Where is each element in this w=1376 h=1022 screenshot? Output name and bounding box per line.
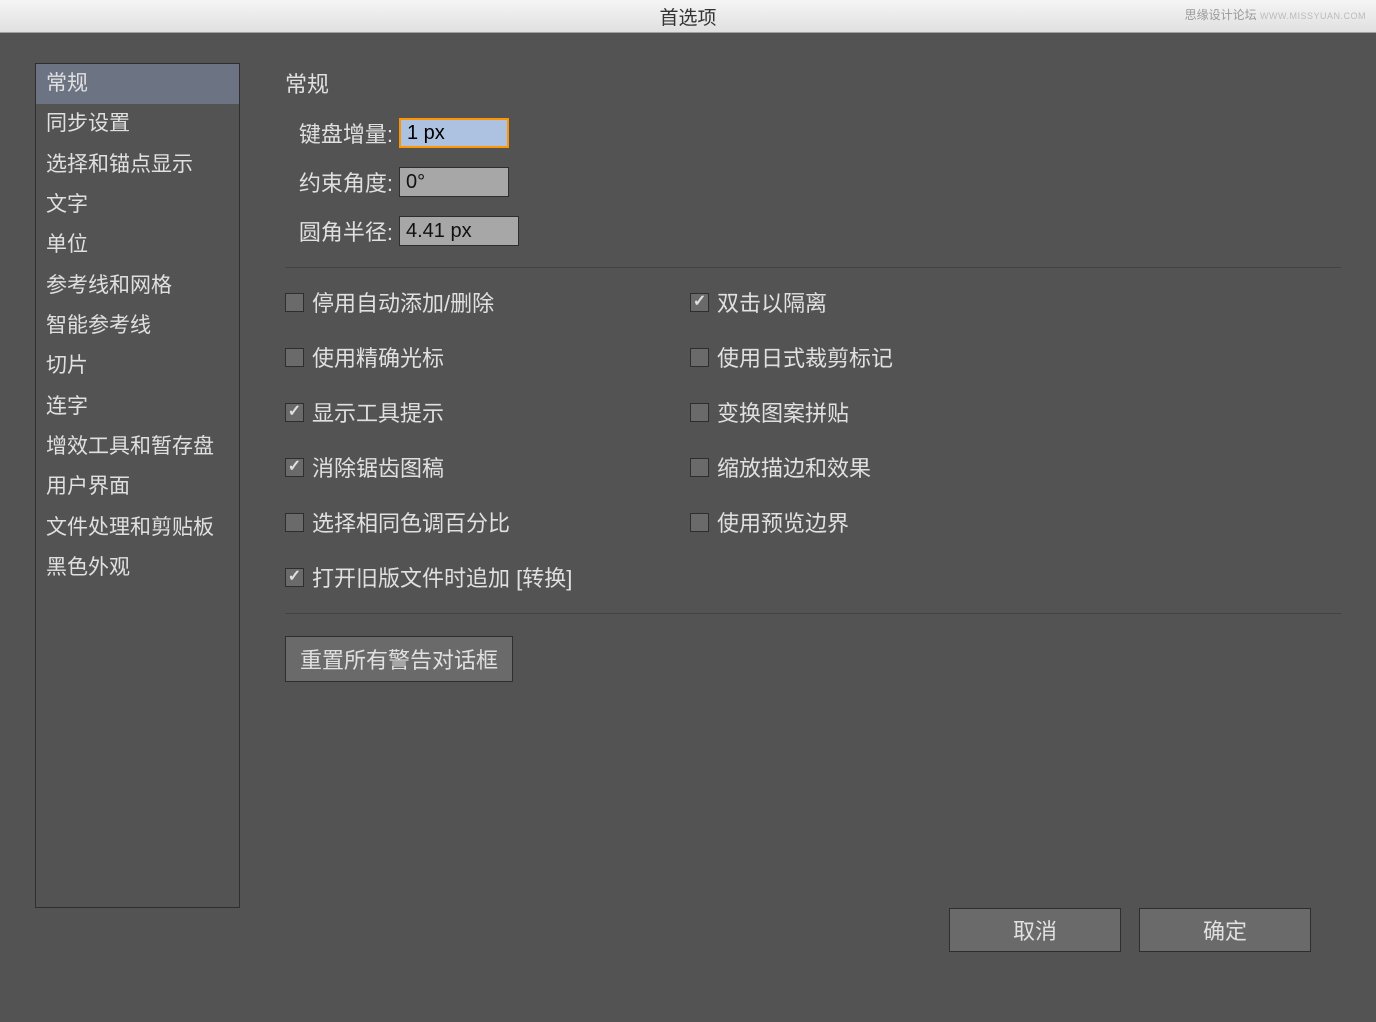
checkbox-append-convert[interactable] (285, 568, 304, 587)
sidebar-item-3[interactable]: 文字 (36, 185, 239, 225)
checkbox-left-row-2: 显示工具提示 (285, 396, 510, 428)
checkbox-left-row-4: 选择相同色调百分比 (285, 506, 510, 538)
ok-button[interactable]: 确定 (1139, 908, 1311, 952)
checkbox-left-row-1: 使用精确光标 (285, 341, 510, 373)
checkbox-grid: 停用自动添加/删除使用精确光标显示工具提示消除锯齿图稿选择相同色调百分比 双击以… (285, 286, 1341, 538)
title-bar: 首选项 思缘设计论坛 WWW.MISSYUAN.COM (0, 0, 1376, 33)
checkbox-left-checkbox-3[interactable] (285, 458, 304, 477)
watermark-url: WWW.MISSYUAN.COM (1260, 11, 1366, 21)
constrain-angle-label: 约束角度: (285, 166, 393, 198)
checkbox-right-checkbox-4[interactable] (690, 513, 709, 532)
watermark: 思缘设计论坛 WWW.MISSYUAN.COM (1185, 6, 1366, 23)
checkbox-left-checkbox-2[interactable] (285, 403, 304, 422)
form-row-constrain-angle: 约束角度: (285, 166, 1341, 198)
checkbox-col-left: 停用自动添加/删除使用精确光标显示工具提示消除锯齿图稿选择相同色调百分比 (285, 286, 510, 538)
checkbox-right-row-0: 双击以隔离 (690, 286, 893, 318)
sidebar-item-0[interactable]: 常规 (36, 64, 239, 104)
checkbox-left-row-0: 停用自动添加/删除 (285, 286, 510, 318)
checkbox-right-row-2: 变换图案拼贴 (690, 396, 893, 428)
checkbox-right-checkbox-1[interactable] (690, 348, 709, 367)
sidebar-item-11[interactable]: 文件处理和剪贴板 (36, 508, 239, 548)
sidebar-item-12[interactable]: 黑色外观 (36, 548, 239, 588)
form-row-keyboard-increment: 键盘增量: (285, 117, 1341, 149)
checkbox-label-append-convert: 打开旧版文件时追加 [转换] (312, 561, 572, 593)
corner-radius-label: 圆角半径: (285, 215, 393, 247)
checkbox-left-checkbox-4[interactable] (285, 513, 304, 532)
sidebar-item-1[interactable]: 同步设置 (36, 104, 239, 144)
dialog-body: 常规同步设置选择和锚点显示文字单位参考线和网格智能参考线切片连字增效工具和暂存盘… (0, 33, 1376, 1022)
footer: 取消 确定 (35, 908, 1341, 1002)
checkbox-left-row-3: 消除锯齿图稿 (285, 451, 510, 483)
dialog-title: 首选项 (659, 3, 716, 30)
checkbox-right-row-4: 使用预览边界 (690, 506, 893, 538)
checkbox-right-row-1: 使用日式裁剪标记 (690, 341, 893, 373)
keyboard-increment-input[interactable] (399, 118, 509, 148)
sidebar-item-2[interactable]: 选择和锚点显示 (36, 145, 239, 185)
checkbox-left-checkbox-1[interactable] (285, 348, 304, 367)
sidebar-item-9[interactable]: 增效工具和暂存盘 (36, 427, 239, 467)
checkbox-row-append-convert: 打开旧版文件时追加 [转换] (285, 561, 1341, 593)
checkbox-right-label-1: 使用日式裁剪标记 (717, 341, 893, 373)
checkbox-right-row-3: 缩放描边和效果 (690, 451, 893, 483)
checkbox-left-label-4: 选择相同色调百分比 (312, 506, 510, 538)
corner-radius-input[interactable] (399, 216, 519, 246)
divider-2 (285, 613, 1341, 614)
section-title: 常规 (285, 67, 1341, 99)
constrain-angle-input[interactable] (399, 167, 509, 197)
checkbox-left-label-1: 使用精确光标 (312, 341, 444, 373)
divider (285, 267, 1341, 268)
checkbox-left-checkbox-0[interactable] (285, 293, 304, 312)
sidebar-item-4[interactable]: 单位 (36, 225, 239, 265)
sidebar-item-5[interactable]: 参考线和网格 (36, 266, 239, 306)
checkbox-right-checkbox-0[interactable] (690, 293, 709, 312)
reset-warnings-button[interactable]: 重置所有警告对话框 (285, 636, 513, 682)
cancel-button[interactable]: 取消 (949, 908, 1121, 952)
checkbox-right-checkbox-2[interactable] (690, 403, 709, 422)
sidebar-item-6[interactable]: 智能参考线 (36, 306, 239, 346)
checkbox-left-label-3: 消除锯齿图稿 (312, 451, 444, 483)
form-row-corner-radius: 圆角半径: (285, 215, 1341, 247)
checkbox-right-checkbox-3[interactable] (690, 458, 709, 477)
checkbox-left-label-2: 显示工具提示 (312, 396, 444, 428)
sidebar-item-10[interactable]: 用户界面 (36, 467, 239, 507)
checkbox-left-label-0: 停用自动添加/删除 (312, 286, 494, 318)
sidebar: 常规同步设置选择和锚点显示文字单位参考线和网格智能参考线切片连字增效工具和暂存盘… (35, 63, 240, 908)
watermark-text: 思缘设计论坛 (1185, 8, 1257, 22)
checkbox-right-label-0: 双击以隔离 (717, 286, 827, 318)
content-panel: 常规 键盘增量: 约束角度: 圆角半径: 停用自动添加/删除使用精确光标显示工具… (240, 63, 1341, 908)
checkbox-right-label-2: 变换图案拼贴 (717, 396, 849, 428)
sidebar-item-7[interactable]: 切片 (36, 346, 239, 386)
checkbox-col-right: 双击以隔离使用日式裁剪标记变换图案拼贴缩放描边和效果使用预览边界 (690, 286, 893, 538)
main-row: 常规同步设置选择和锚点显示文字单位参考线和网格智能参考线切片连字增效工具和暂存盘… (35, 63, 1341, 908)
checkbox-right-label-4: 使用预览边界 (717, 506, 849, 538)
keyboard-increment-label: 键盘增量: (285, 117, 393, 149)
checkbox-right-label-3: 缩放描边和效果 (717, 451, 871, 483)
sidebar-item-8[interactable]: 连字 (36, 387, 239, 427)
